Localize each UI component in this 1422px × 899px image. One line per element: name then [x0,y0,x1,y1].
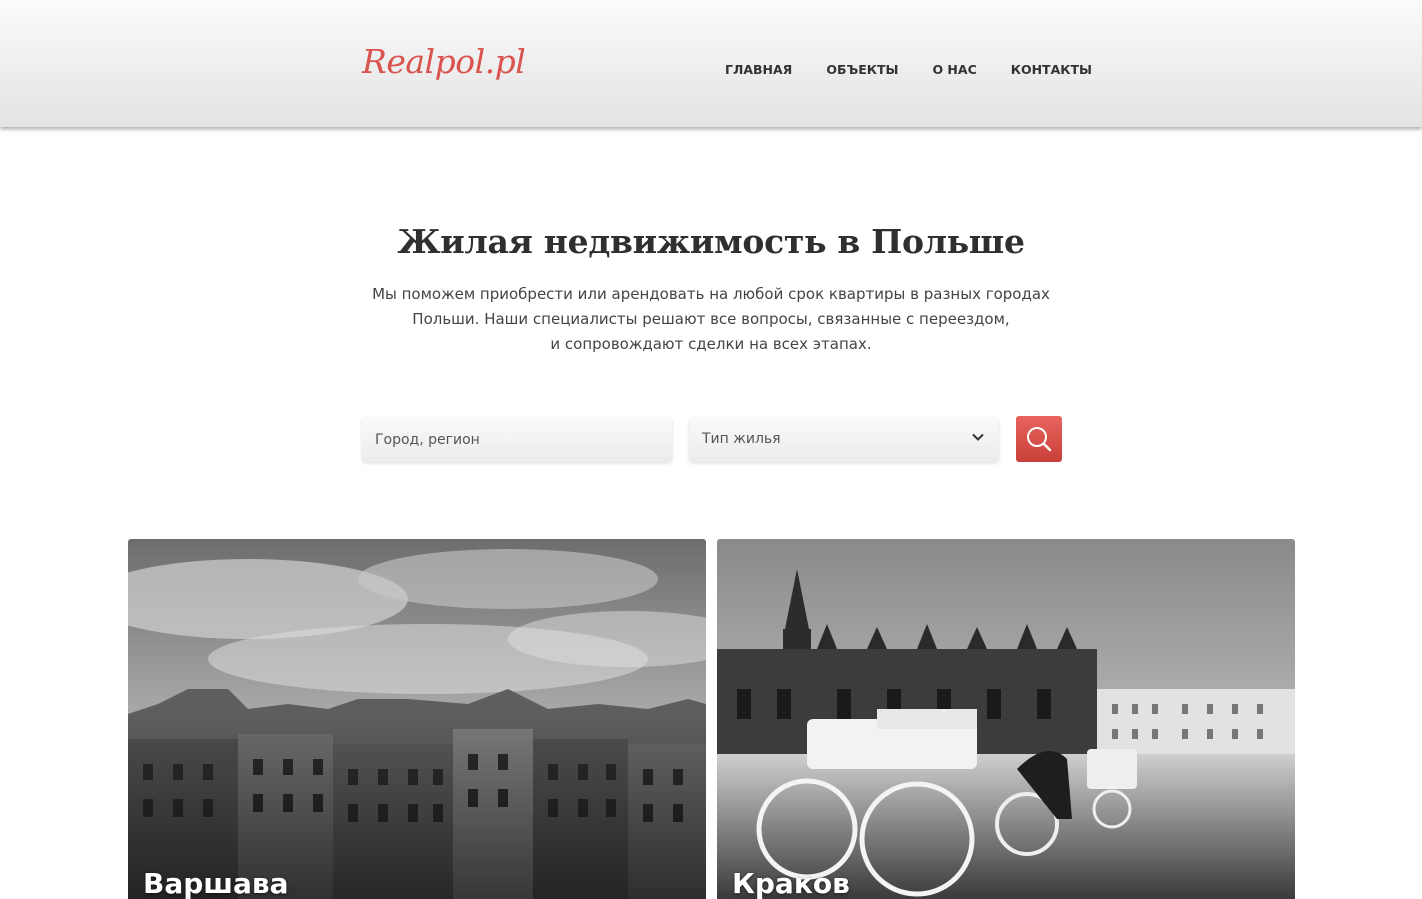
description-line: Польши. Наши специалисты решают все вопр… [412,310,1010,328]
site-header: Realpol.pl ГЛАВНАЯ ОБЪЕКТЫ О НАС КОНТАКТ… [0,0,1422,127]
city-card-krakow[interactable]: Краков [717,539,1295,899]
city-field [362,418,672,462]
housing-type-select[interactable]: Тип жилья [689,418,999,462]
city-input[interactable] [362,418,672,462]
nav-item-objects[interactable]: ОБЪЕКТЫ [826,62,898,77]
page-title: Жилая недвижимость в Польше [397,222,1025,261]
description-line: и сопровождают сделки на всех этапах. [550,335,872,353]
search-button[interactable] [1016,416,1062,462]
chevron-down-icon [971,430,985,448]
site-logo[interactable]: Realpol.pl [362,42,526,81]
hero-description: Мы поможем приобрести или арендовать на … [361,282,1061,357]
description-line: Мы поможем приобрести или арендовать на … [372,285,1050,303]
warsaw-photo [128,539,706,899]
city-name-krakow: Краков [732,867,850,899]
krakow-photo [717,539,1295,899]
nav-item-contacts[interactable]: КОНТАКТЫ [1011,62,1092,77]
nav-item-home[interactable]: ГЛАВНАЯ [725,62,792,77]
search-icon [1027,427,1052,452]
housing-type-value: Тип жилья [702,431,781,447]
main-nav: ГЛАВНАЯ ОБЪЕКТЫ О НАС КОНТАКТЫ [725,62,1126,77]
city-name-warsaw: Варшава [143,867,289,899]
nav-item-about[interactable]: О НАС [932,62,976,77]
city-card-warsaw[interactable]: Варшава [128,539,706,899]
